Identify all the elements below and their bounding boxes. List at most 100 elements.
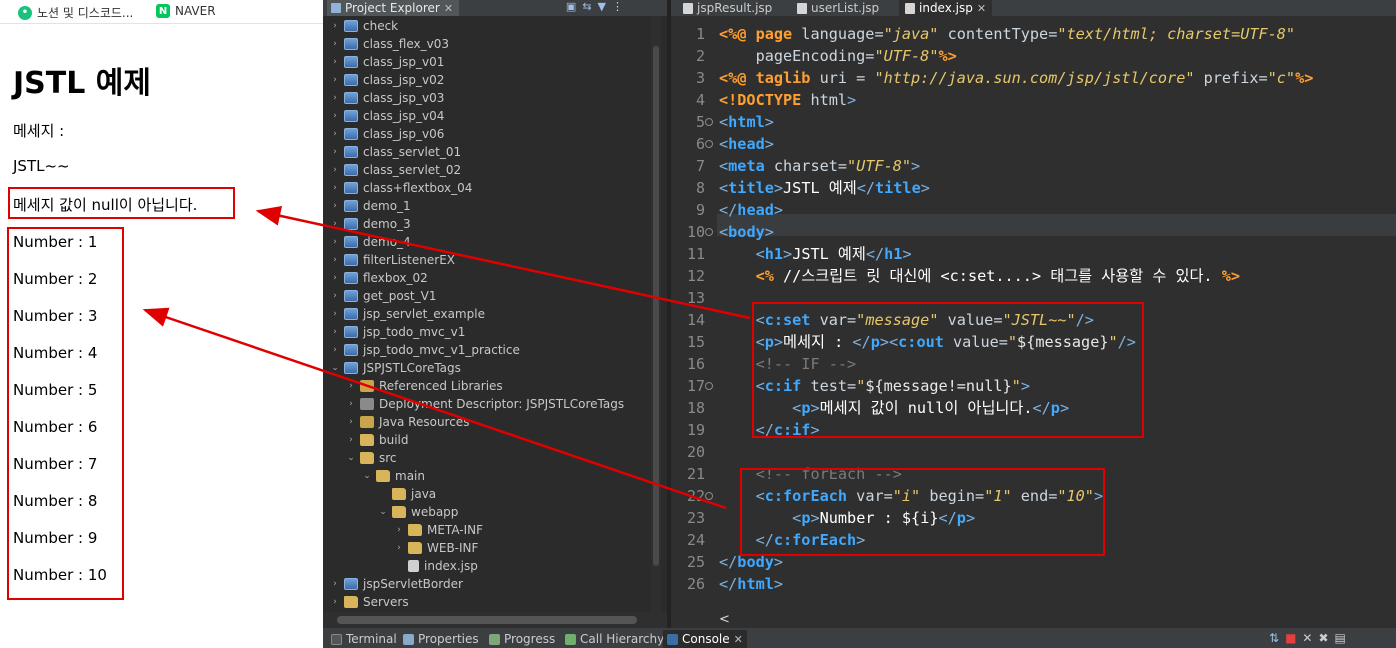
tree-item[interactable]: › demo_4 (329, 233, 410, 251)
chevron-right-icon[interactable]: › (329, 201, 341, 211)
link-with-editor-icon[interactable]: ⇆ (582, 0, 591, 13)
tree-item[interactable]: ⌄ src (345, 449, 396, 467)
tree-item[interactable]: › Servers (329, 593, 408, 611)
chevron-down-icon[interactable]: ⌄ (361, 471, 373, 481)
code-line[interactable]: <h1>JSTL 예제</h1> (719, 243, 912, 265)
tree-item[interactable]: › build (345, 431, 408, 449)
tree-item[interactable]: › class_jsp_v04 (329, 107, 444, 125)
chevron-right-icon[interactable]: › (345, 399, 357, 409)
scrollbar-thumb[interactable] (653, 46, 659, 566)
tab-properties[interactable]: Properties (403, 630, 479, 648)
view-menu-icon[interactable]: ⋮ (612, 0, 623, 13)
tree-item[interactable]: › class+flextbox_04 (329, 179, 472, 197)
chevron-right-icon[interactable]: › (329, 147, 341, 157)
tab-call-hierarchy[interactable]: Call Hierarchy (565, 630, 664, 648)
chevron-right-icon[interactable]: › (329, 39, 341, 49)
code-line[interactable]: pageEncoding="UTF-8"%> (719, 45, 957, 67)
tab-terminal[interactable]: Terminal (331, 630, 397, 648)
fold-toggle-icon[interactable] (705, 140, 713, 148)
tree-item[interactable]: › class_flex_v03 (329, 35, 449, 53)
chevron-right-icon[interactable]: › (329, 345, 341, 355)
tree-item[interactable]: › get_post_V1 (329, 287, 436, 305)
tab-userlist[interactable]: userList.jsp (791, 0, 885, 16)
chevron-right-icon[interactable]: › (393, 543, 405, 553)
filter-icon[interactable]: ▼ (598, 0, 606, 13)
code-line[interactable]: <!DOCTYPE html> (719, 89, 856, 111)
chevron-down-icon[interactable]: ⌄ (329, 363, 341, 373)
code-line[interactable]: <title>JSTL 예제</title> (719, 177, 930, 199)
chevron-right-icon[interactable]: › (329, 93, 341, 103)
code-line[interactable]: <% //스크립트 릿 대신에 <c:set....> 태그를 사용할 수 있다… (719, 265, 1240, 287)
tree-item[interactable]: › Java Resources (345, 413, 469, 431)
chevron-right-icon[interactable]: › (329, 183, 341, 193)
chevron-right-icon[interactable]: › (329, 111, 341, 121)
tree-item[interactable]: › class_jsp_v06 (329, 125, 444, 143)
tab-progress[interactable]: Progress (489, 630, 555, 648)
chevron-right-icon[interactable]: › (329, 273, 341, 283)
chevron-right-icon[interactable]: › (329, 75, 341, 85)
chevron-right-icon[interactable]: › (393, 525, 405, 535)
tree-item[interactable]: › demo_3 (329, 215, 410, 233)
close-icon[interactable]: ✕ (444, 2, 453, 15)
chevron-right-icon[interactable]: › (329, 291, 341, 301)
tree-item[interactable]: ⌄ JSPJSTLCoreTags (329, 359, 461, 377)
chevron-right-icon[interactable]: › (329, 237, 341, 247)
tree-item[interactable]: ⌄ webapp (377, 503, 458, 521)
scrollbar-thumb[interactable] (337, 616, 637, 624)
remove-all-icon[interactable]: ✖ (1318, 631, 1328, 645)
tree-item[interactable]: › class_jsp_v01 (329, 53, 444, 71)
code-line[interactable]: <%@ page language="java" contentType="te… (719, 23, 1295, 45)
tree-item[interactable]: › Deployment Descriptor: JSPJSTLCoreTags (345, 395, 624, 413)
fold-toggle-icon[interactable] (705, 228, 713, 236)
fold-toggle-icon[interactable] (705, 492, 713, 500)
tree-item[interactable]: › jspServletBorder (329, 575, 463, 593)
tab-jspresult[interactable]: jspResult.jsp (677, 0, 778, 16)
tree-item[interactable]: › flexbox_02 (329, 269, 428, 287)
tree-item[interactable]: › class_servlet_02 (329, 161, 461, 179)
clear-console-icon[interactable]: ▤ (1335, 631, 1346, 645)
tree-item[interactable]: › Referenced Libraries (345, 377, 503, 395)
chevron-right-icon[interactable]: › (345, 381, 357, 391)
tab-project-explorer[interactable]: Project Explorer ✕ (327, 0, 460, 16)
explorer-horizontal-scrollbar[interactable] (323, 612, 667, 628)
chevron-right-icon[interactable]: › (329, 327, 341, 337)
bookmark-notion-discord[interactable]: • 노션 및 디스코드... (18, 4, 133, 21)
explorer-vertical-scrollbar[interactable] (651, 16, 661, 612)
chevron-right-icon[interactable]: › (329, 219, 341, 229)
tree-item[interactable]: › jsp_todo_mvc_v1_practice (329, 341, 520, 359)
tab-index-jsp[interactable]: index.jsp ✕ (899, 0, 993, 16)
remove-launch-icon[interactable]: ✕ (1302, 631, 1312, 645)
tree-item[interactable]: › jsp_servlet_example (329, 305, 485, 323)
close-icon[interactable]: ✕ (977, 2, 986, 15)
close-icon[interactable]: ✕ (734, 633, 743, 646)
tree-item[interactable]: › WEB-INF (393, 539, 478, 557)
chevron-right-icon[interactable]: › (329, 579, 341, 589)
tree-item[interactable]: › demo_1 (329, 197, 410, 215)
chevron-right-icon[interactable]: › (329, 129, 341, 139)
code-line[interactable]: <%@ taglib uri = "http://java.sun.com/js… (719, 67, 1313, 89)
tree-item[interactable]: › class_servlet_01 (329, 143, 461, 161)
tree-item[interactable]: › class_jsp_v03 (329, 89, 444, 107)
console-display-icon[interactable]: ⇅ (1269, 631, 1279, 645)
chevron-right-icon[interactable]: › (329, 597, 341, 607)
code-line[interactable]: <html> (719, 111, 774, 133)
chevron-right-icon[interactable]: › (329, 255, 341, 265)
chevron-down-icon[interactable]: ⌄ (345, 453, 357, 463)
editor-horizontal-scrollbar[interactable]: < (717, 612, 1396, 628)
tab-console[interactable]: Console ✕ (663, 630, 747, 648)
tree-item[interactable]: › jsp_todo_mvc_v1 (329, 323, 465, 341)
chevron-down-icon[interactable]: ⌄ (377, 507, 389, 517)
fold-toggle-icon[interactable] (705, 118, 713, 126)
code-line[interactable]: <head> (719, 133, 774, 155)
chevron-right-icon[interactable]: › (329, 57, 341, 67)
code-line[interactable]: </html> (719, 573, 783, 595)
code-line[interactable]: </head> (719, 199, 783, 221)
tree-item[interactable]: › filterListenerEX (329, 251, 455, 269)
tree-item[interactable]: java (377, 485, 436, 503)
bookmark-naver[interactable]: N NAVER (156, 4, 216, 18)
chevron-right-icon[interactable]: › (329, 21, 341, 31)
code-line[interactable]: <body> (719, 221, 774, 243)
tree-item[interactable]: › check (329, 17, 398, 35)
terminate-icon[interactable]: ■ (1285, 631, 1296, 645)
chevron-right-icon[interactable]: › (345, 435, 357, 445)
